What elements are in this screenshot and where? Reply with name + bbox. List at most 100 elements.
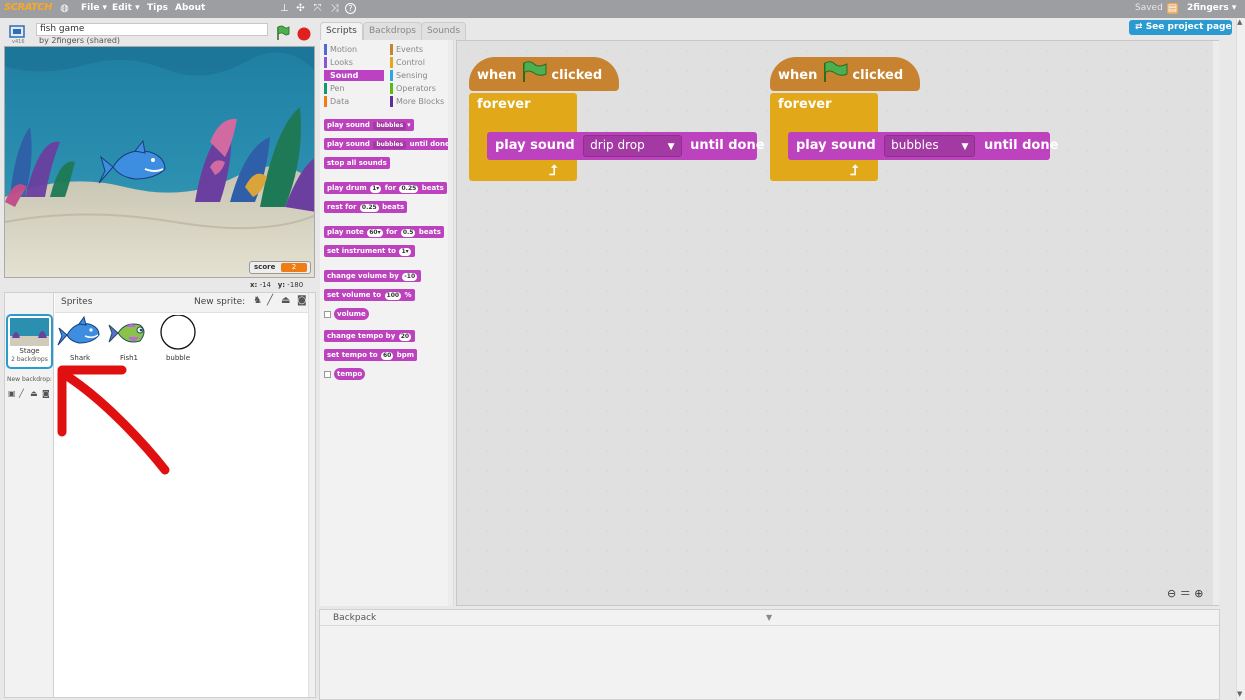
forever-arm xyxy=(469,117,487,165)
block-change-tempo[interactable]: change tempo by 20 xyxy=(324,330,416,342)
block-play-drum[interactable]: play drum 1▾ for 0.25 beats xyxy=(324,182,447,194)
scroll-down-icon[interactable]: ▼ xyxy=(1237,690,1242,698)
block-set-instrument[interactable]: set instrument to 1▾ xyxy=(324,245,415,257)
backpack-expand-icon[interactable]: ▼ xyxy=(766,613,772,622)
backpack-header[interactable]: Backpack ▼ xyxy=(320,610,1219,626)
category-motion[interactable]: Motion xyxy=(324,44,386,55)
globe-icon[interactable]: ◍ xyxy=(59,3,70,14)
block-text: change tempo by xyxy=(327,332,396,340)
change-volume-input[interactable]: -10 xyxy=(402,273,418,281)
tab-backdrops[interactable]: Backdrops xyxy=(363,22,422,40)
set-volume-input[interactable]: 100 xyxy=(384,292,402,300)
menu-tips[interactable]: Tips xyxy=(147,3,168,13)
block-text: play note xyxy=(327,228,364,236)
stop-icon[interactable] xyxy=(297,27,311,41)
my-stuff-icon[interactable]: ▤ xyxy=(1167,3,1178,14)
presentation-mode-icon[interactable] xyxy=(9,25,25,39)
hat-when-flag-clicked[interactable]: when clicked xyxy=(469,57,619,91)
category-looks[interactable]: Looks xyxy=(324,57,386,68)
sprite-tile-shark[interactable]: Shark xyxy=(57,315,103,362)
stage-canvas[interactable]: score 2 xyxy=(4,46,315,278)
block-set-tempo[interactable]: set tempo to 60 bpm xyxy=(324,349,418,361)
block-text: sound xyxy=(530,138,575,153)
tab-scripts[interactable]: Scripts xyxy=(320,22,363,40)
volume-monitor-checkbox[interactable] xyxy=(324,311,331,318)
block-play-sound[interactable]: play sound bubbles ▾ xyxy=(324,119,414,131)
block-play-sound-until-done[interactable]: play sound bubbles ▼ until done xyxy=(788,132,1058,160)
block-set-volume[interactable]: set volume to 100 % xyxy=(324,289,415,301)
backpack-panel[interactable]: Backpack ▼ xyxy=(319,609,1220,700)
hat-when-flag-clicked[interactable]: when clicked xyxy=(770,57,920,91)
block-play-note[interactable]: play note 60▾ for 0.5 beats xyxy=(324,226,444,238)
note-beats-input[interactable]: 0.5 xyxy=(400,229,416,237)
green-flag-icon[interactable] xyxy=(276,25,290,41)
category-control[interactable]: Control xyxy=(390,57,450,68)
note-input[interactable]: 60▾ xyxy=(367,229,383,237)
paint-sprite-icon[interactable]: ╱ xyxy=(267,295,273,306)
category-sensing[interactable]: Sensing xyxy=(390,70,450,81)
grow-icon[interactable]: ⤧ xyxy=(312,3,323,14)
backdrop-library-icon[interactable]: ▣ xyxy=(8,389,16,398)
sound-dropdown[interactable]: bubbles xyxy=(373,141,407,149)
block-text: set instrument to xyxy=(327,247,396,255)
zoom-out-icon[interactable]: ⊖ xyxy=(1167,587,1176,600)
instrument-input[interactable]: 1▾ xyxy=(399,248,411,256)
set-tempo-input[interactable]: 60 xyxy=(380,352,394,360)
shrink-icon[interactable]: ⤨ xyxy=(329,3,340,14)
reporter-volume[interactable]: volume xyxy=(334,308,369,320)
paint-backdrop-icon[interactable]: ╱ xyxy=(19,389,24,398)
beats-input[interactable]: 0.25 xyxy=(399,185,419,193)
block-text: beats xyxy=(382,203,405,211)
category-operators[interactable]: Operators xyxy=(390,83,450,94)
user-menu[interactable]: 2fingers ▾ xyxy=(1187,3,1236,13)
duplicate-icon[interactable]: ⊥ xyxy=(279,3,290,14)
upload-sprite-icon[interactable]: ⏏ xyxy=(281,295,290,306)
rest-input[interactable]: 0.25 xyxy=(359,204,379,212)
scroll-up-icon[interactable]: ▲ xyxy=(1237,18,1242,26)
block-change-volume[interactable]: change volume by -10 xyxy=(324,270,422,282)
block-play-sound-until-done[interactable]: play sound bubbles until done xyxy=(324,138,453,150)
menu-edit[interactable]: Edit ▾ xyxy=(112,3,140,13)
menu-file[interactable]: File ▾ xyxy=(81,3,107,13)
help-icon[interactable]: ? xyxy=(345,3,356,14)
block-play-sound-until-done[interactable]: play sound drip drop ▼ until done xyxy=(487,132,765,160)
camera-sprite-icon[interactable]: ◙ xyxy=(297,295,307,306)
category-pen[interactable]: Pen xyxy=(324,83,386,94)
block-text: beats xyxy=(418,228,441,236)
sound-dropdown[interactable]: bubbles ▼ xyxy=(884,135,976,157)
reporter-tempo[interactable]: tempo xyxy=(334,368,366,380)
category-color-swatch xyxy=(324,70,327,81)
category-sound[interactable]: Sound xyxy=(324,70,384,81)
cut-icon[interactable]: ✣ xyxy=(295,3,306,14)
upload-backdrop-icon[interactable]: ⏏ xyxy=(30,389,38,398)
project-title-input[interactable]: fish game xyxy=(36,23,268,36)
block-text: set volume to xyxy=(327,291,382,299)
category-events[interactable]: Events xyxy=(390,44,450,55)
see-project-page-button[interactable]: ⇄ See project page xyxy=(1129,20,1232,35)
sprite-panel-scrollbar[interactable] xyxy=(308,293,315,697)
change-tempo-input[interactable]: 20 xyxy=(398,333,412,341)
menu-about[interactable]: About xyxy=(175,3,205,13)
sound-dropdown[interactable]: drip drop ▼ xyxy=(583,135,682,157)
palette-scrollbar[interactable] xyxy=(448,40,453,606)
tempo-monitor-checkbox[interactable] xyxy=(324,371,331,378)
zoom-reset-icon[interactable]: ＝ xyxy=(1180,587,1191,600)
zoom-in-icon[interactable]: ⊕ xyxy=(1194,587,1203,600)
category-more-blocks[interactable]: More Blocks xyxy=(390,96,450,107)
block-stop-all-sounds[interactable]: stop all sounds xyxy=(324,157,390,169)
stage-thumbnail[interactable]: Stage 2 backdrops xyxy=(6,314,53,369)
block-rest-for[interactable]: rest for 0.25 beats xyxy=(324,201,408,213)
sprite-tile-fish1[interactable]: Fish1 xyxy=(106,315,152,362)
scripts-scrollbar[interactable] xyxy=(1213,41,1219,605)
sprite-tile-bubble[interactable]: bubble xyxy=(155,314,201,362)
window-scrollbar[interactable]: ▲ ▼ xyxy=(1236,18,1245,700)
tab-sounds[interactable]: Sounds xyxy=(421,22,467,40)
scratch-logo[interactable]: SCRATCH xyxy=(4,2,53,16)
sound-dropdown[interactable]: bubbles xyxy=(373,122,407,130)
scripts-area[interactable]: when clicked forever ⮥ play sound drip d… xyxy=(456,40,1219,606)
drum-input[interactable]: 1▾ xyxy=(370,185,382,193)
sprite-library-icon[interactable]: ♞ xyxy=(253,295,262,306)
camera-backdrop-icon[interactable]: ◙ xyxy=(42,389,50,398)
block-text: play xyxy=(796,138,827,153)
category-data[interactable]: Data xyxy=(324,96,386,107)
